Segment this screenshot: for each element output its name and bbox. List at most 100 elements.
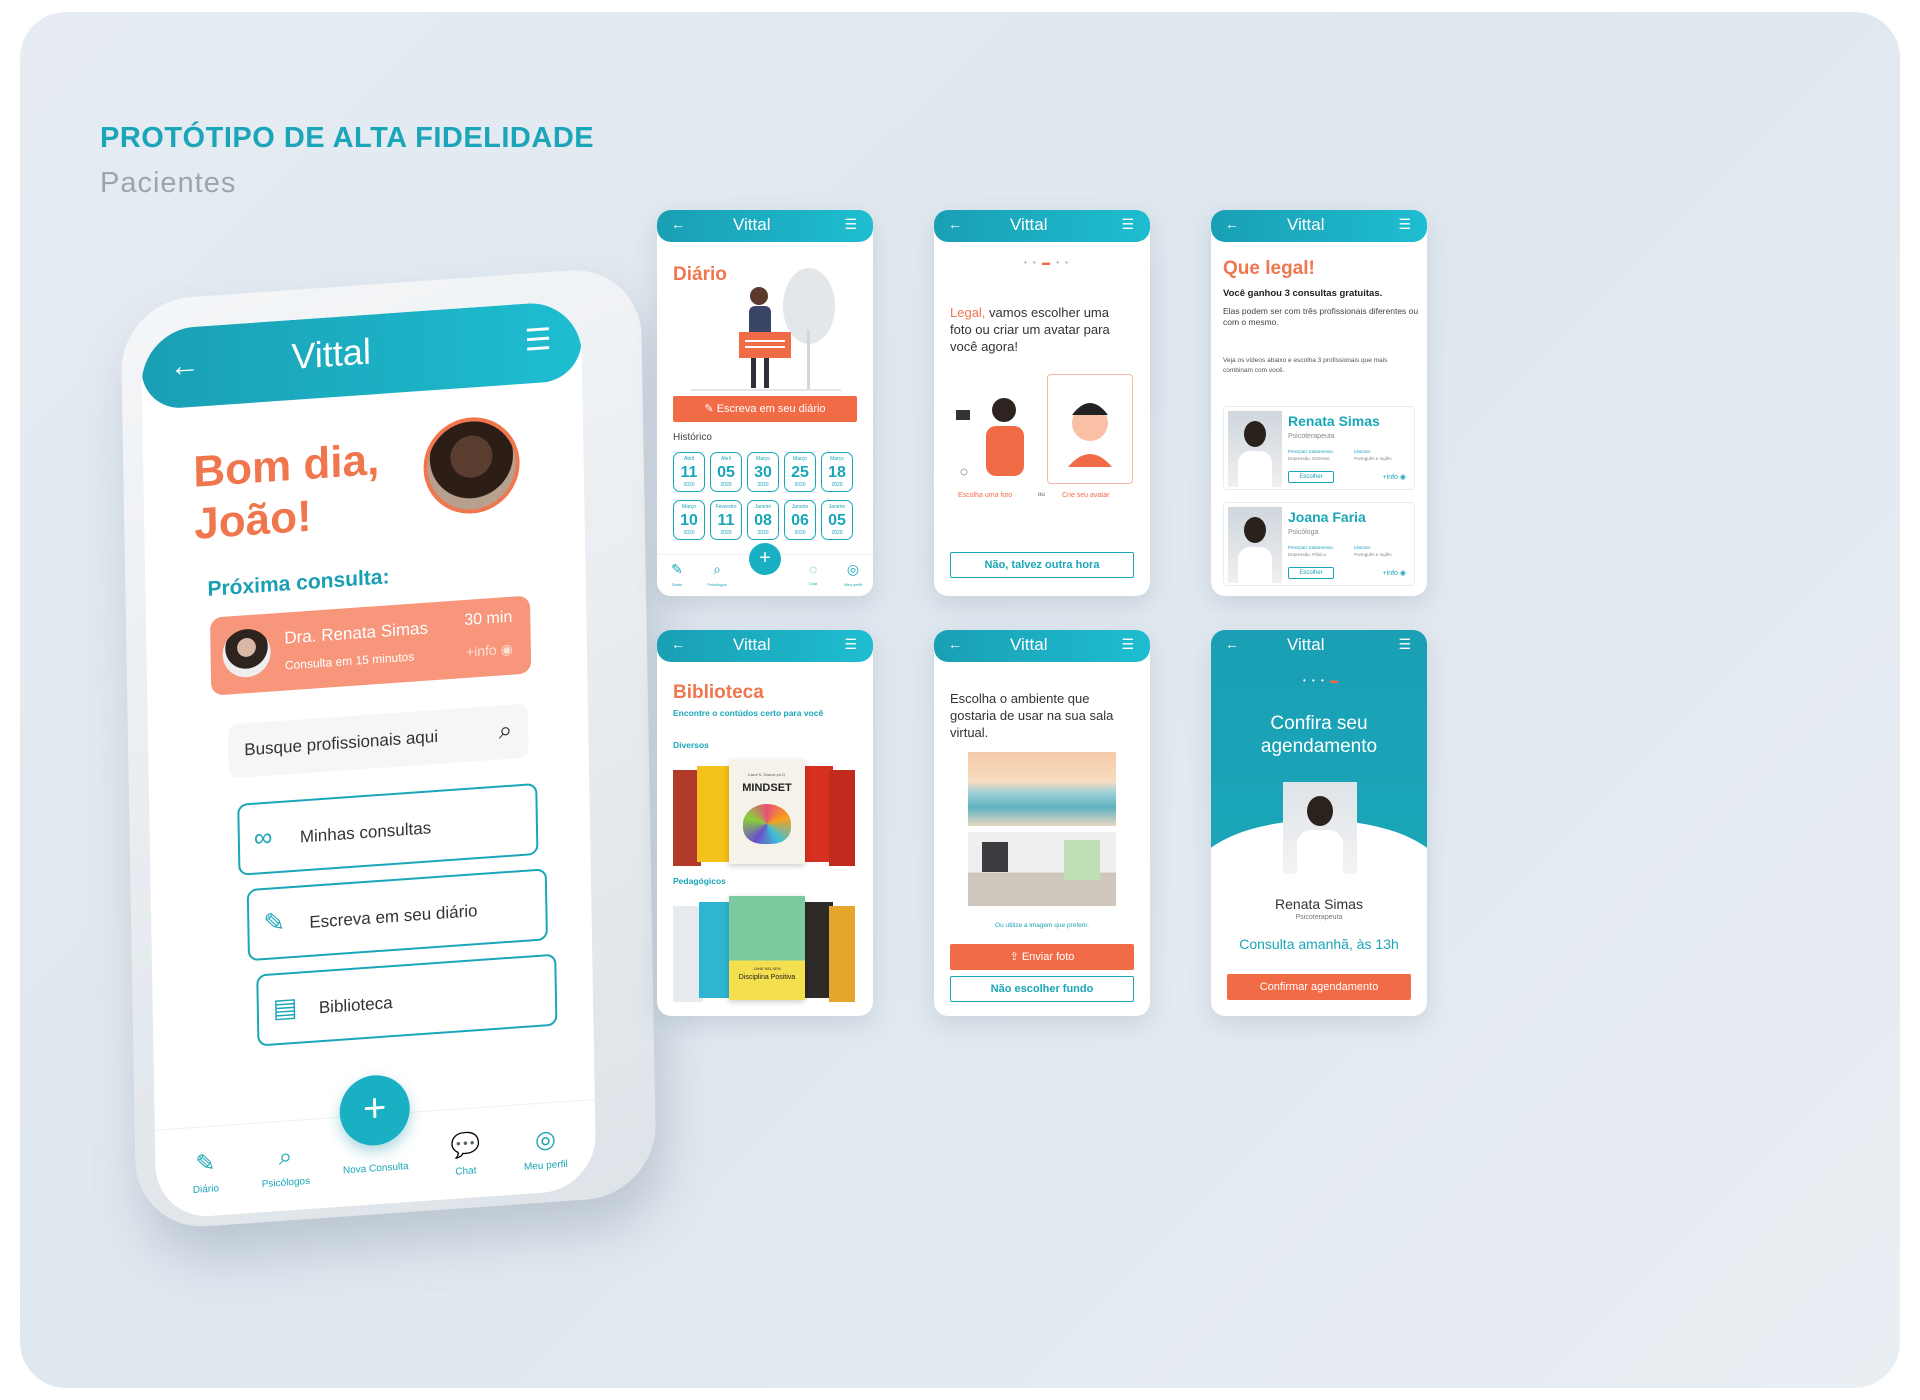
library-button[interactable]: ▤ Biblioteca: [256, 953, 558, 1047]
nav-label: Meu perfil: [523, 1158, 568, 1173]
diary-illustration: [691, 268, 841, 391]
search-icon[interactable]: ⌕: [499, 717, 513, 746]
home-phone-mockup: ← Vittal ☰ Bom dia, João! Próxima consul…: [120, 246, 657, 1241]
step-indicator: • • • ▬: [1303, 676, 1341, 685]
choose-button[interactable]: Escolher: [1288, 471, 1334, 483]
more-info-link[interactable]: +info ◉: [1383, 569, 1406, 577]
greeting: Bom dia, João!: [193, 434, 381, 551]
professional-photo: [1283, 782, 1357, 874]
back-arrow-icon[interactable]: ←: [169, 348, 200, 384]
date-month: Janeiro: [754, 504, 772, 510]
book-title: MINDSET: [742, 782, 792, 794]
send-photo-button[interactable]: ⇪ Enviar foto: [950, 944, 1134, 970]
app-header: ← Vittal ☰: [657, 210, 873, 242]
new-appointment-fab[interactable]: +: [339, 1072, 411, 1148]
date-day: 11: [680, 464, 698, 481]
diary-entry-date[interactable]: Janeiro 06 2020: [784, 500, 816, 540]
diary-entry-date[interactable]: Março 10 2020: [673, 500, 705, 540]
next-appointment-card[interactable]: Dra. Renata Simas Consulta em 15 minutos…: [209, 595, 532, 696]
book-author: JANE NELSEN: [753, 966, 781, 971]
search-placeholder: Busque profissionais aqui: [244, 726, 439, 760]
professional-video[interactable]: [1228, 411, 1282, 487]
confirm-screen: ← Vittal ☰ • • • ▬ Confira seu agendamen…: [1211, 630, 1427, 1016]
back-arrow-icon[interactable]: ←: [1225, 636, 1239, 652]
environment-prompt: Escolha o ambiente que gostaria de usar …: [950, 691, 1114, 740]
my-appointments-button[interactable]: ∞ Minhas consultas: [237, 782, 539, 876]
book-cover[interactable]: [829, 770, 855, 866]
skip-background-button[interactable]: Não escolher fundo: [950, 976, 1134, 1002]
professional-video[interactable]: [1228, 507, 1282, 583]
diary-entry-date[interactable]: Março 18 2020: [821, 452, 853, 492]
hamburger-menu-icon[interactable]: ☰: [1121, 636, 1134, 653]
nav-profile[interactable]: ◎ Meu perfil: [833, 561, 873, 587]
book-disciplina-positiva[interactable]: JANE NELSEN Disciplina Positiva: [729, 896, 805, 1000]
nav-chat[interactable]: ◌ Chat: [793, 561, 833, 586]
treatments-value: Depressão, Estresse: [1288, 456, 1330, 461]
write-diary-button[interactable]: ✎ Escreva em seu diário: [246, 868, 548, 962]
book-mindset[interactable]: Carol S. Dweck ph.D. MINDSET: [729, 760, 805, 864]
nav-diary[interactable]: ✎ Diário: [165, 1146, 246, 1198]
search-input[interactable]: Busque profissionais aqui ⌕: [227, 703, 529, 779]
step-indicator: • • ▬ • •: [1024, 258, 1071, 267]
app-logo: Vittal: [1010, 215, 1048, 234]
diary-entry-date[interactable]: Fevereiro 11 2020: [710, 500, 742, 540]
date-month: Março: [830, 456, 844, 462]
gift-headline: Você ganhou 3 consultas gratuitas.: [1223, 288, 1383, 299]
hamburger-menu-icon[interactable]: ☰: [844, 216, 857, 233]
date-month: Abril: [720, 456, 731, 462]
not-now-button[interactable]: Não, talvez outra hora: [950, 552, 1134, 578]
more-info-link[interactable]: +info ◉: [1383, 473, 1406, 481]
diary-entry-date[interactable]: Janeiro 08 2020: [747, 500, 779, 540]
treatments-value: Depressão, Pânico: [1288, 552, 1327, 557]
date-day: 06: [791, 512, 809, 529]
new-appointment-fab[interactable]: +: [749, 543, 781, 575]
book-cover[interactable]: [697, 766, 731, 862]
nav-chat[interactable]: 💬 Chat: [425, 1128, 506, 1180]
hamburger-menu-icon[interactable]: ☰: [844, 636, 857, 653]
hamburger-menu-icon[interactable]: ☰: [1398, 636, 1411, 653]
date-month: Janeiro: [791, 504, 809, 510]
confirm-appointment-button[interactable]: Confirmar agendamento: [1227, 974, 1411, 1000]
hamburger-menu-icon[interactable]: ☰: [524, 322, 552, 359]
nav-profile[interactable]: ◎ Meu perfil: [505, 1123, 586, 1175]
date-year: 2020: [683, 482, 695, 488]
create-avatar-label[interactable]: Crie seu avatar: [1062, 492, 1109, 499]
prompt-highlight: Legal,: [950, 305, 986, 320]
diary-entry-date[interactable]: Abril 11 2020: [673, 452, 705, 492]
user-avatar[interactable]: [422, 414, 521, 517]
date-day: 05: [717, 464, 735, 481]
back-arrow-icon[interactable]: ←: [671, 636, 685, 652]
bottom-navigation: ✎ Diário ⌕ Psicólogos + Nova Consulta 💬 Cha…: [154, 1072, 597, 1220]
selfie-illustration[interactable]: [950, 376, 1034, 484]
beach-background-option[interactable]: [968, 752, 1116, 826]
write-diary-button[interactable]: ✎ Escreva em seu diário: [673, 396, 857, 422]
nav-psychologists[interactable]: ⌕ Psicólogos: [697, 561, 737, 587]
back-arrow-icon[interactable]: ←: [1225, 216, 1239, 232]
nav-psychologists[interactable]: ⌕ Psicólogos: [245, 1141, 326, 1192]
professional-card[interactable]: Joana Faria Psicóloga Principais tratame…: [1223, 502, 1415, 586]
date-year: 2020: [720, 482, 732, 488]
hamburger-menu-icon[interactable]: ☰: [1121, 216, 1134, 233]
nav-diary[interactable]: ✎ Diário: [657, 561, 697, 587]
app-logo: Vittal: [733, 215, 771, 234]
home-screen: ← Vittal ☰ Bom dia, João! Próxima consul…: [140, 299, 597, 1220]
avatar-option[interactable]: [1047, 374, 1133, 484]
professional-card[interactable]: Renata Simas Psicoterapeuta Principais t…: [1223, 406, 1415, 490]
diary-entry-date[interactable]: Março 30 2020: [747, 452, 779, 492]
choose-button[interactable]: Escolher: [1288, 567, 1334, 579]
diary-entry-date[interactable]: Janeiro 05 2020: [821, 500, 853, 540]
back-arrow-icon[interactable]: ←: [948, 636, 962, 652]
languages-label: Idiomas:: [1354, 545, 1372, 550]
diary-entry-date[interactable]: Abril 05 2020: [710, 452, 742, 492]
back-arrow-icon[interactable]: ←: [671, 216, 685, 232]
book-cover[interactable]: [699, 902, 731, 998]
diary-entry-date[interactable]: Março 25 2020: [784, 452, 816, 492]
hamburger-menu-icon[interactable]: ☰: [1398, 216, 1411, 233]
back-arrow-icon[interactable]: ←: [948, 216, 962, 232]
treatments-label: Principais tratamentos:: [1288, 545, 1334, 550]
more-info-link[interactable]: +info ◉: [466, 641, 513, 661]
choose-photo-label[interactable]: Escolha uma foto: [958, 492, 1012, 499]
professional-role: Psicoterapeuta: [1288, 433, 1335, 440]
book-cover[interactable]: [829, 906, 855, 1002]
living-room-background-option[interactable]: [968, 832, 1116, 906]
